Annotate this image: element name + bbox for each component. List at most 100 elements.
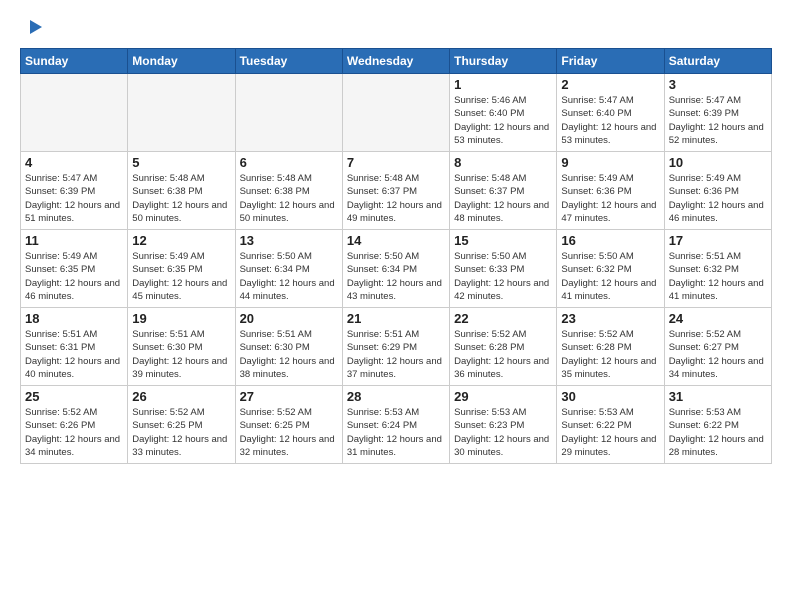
day-number: 28 <box>347 389 445 404</box>
day-number: 19 <box>132 311 230 326</box>
calendar-cell: 22 Sunrise: 5:52 AMSunset: 6:28 PMDayligh… <box>450 308 557 386</box>
day-detail: Sunrise: 5:52 AMSunset: 6:28 PMDaylight:… <box>561 328 659 381</box>
day-number: 22 <box>454 311 552 326</box>
weekday-header: Thursday <box>450 49 557 74</box>
day-number: 10 <box>669 155 767 170</box>
calendar-cell: 15 Sunrise: 5:50 AMSunset: 6:33 PMDayligh… <box>450 230 557 308</box>
day-number: 17 <box>669 233 767 248</box>
weekday-header-row: SundayMondayTuesdayWednesdayThursdayFrid… <box>21 49 772 74</box>
week-row: 1 Sunrise: 5:46 AMSunset: 6:40 PMDaylight… <box>21 74 772 152</box>
day-number: 25 <box>25 389 123 404</box>
day-number: 6 <box>240 155 338 170</box>
weekday-header: Friday <box>557 49 664 74</box>
calendar-cell: 26Sunrise: 5:52 AMSunset: 6:25 PMDayligh… <box>128 386 235 464</box>
calendar-cell: 18 Sunrise: 5:51 AMSunset: 6:31 PMDayligh… <box>21 308 128 386</box>
calendar-cell: 9 Sunrise: 5:49 AMSunset: 6:36 PMDaylight… <box>557 152 664 230</box>
day-number: 3 <box>669 77 767 92</box>
day-number: 7 <box>347 155 445 170</box>
calendar-cell: 20 Sunrise: 5:51 AMSunset: 6:30 PMDayligh… <box>235 308 342 386</box>
day-number: 20 <box>240 311 338 326</box>
day-detail: Sunrise: 5:48 AMSunset: 6:37 PMDaylight:… <box>454 172 552 225</box>
day-detail: Sunrise: 5:52 AMSunset: 6:25 PMDaylight:… <box>240 406 338 459</box>
calendar-cell: 5Sunrise: 5:48 AMSunset: 6:38 PMDaylight… <box>128 152 235 230</box>
week-row: 11 Sunrise: 5:49 AMSunset: 6:35 PMDayligh… <box>21 230 772 308</box>
day-detail: Sunrise: 5:50 AMSunset: 6:32 PMDaylight:… <box>561 250 659 303</box>
day-detail: Sunrise: 5:46 AMSunset: 6:40 PMDaylight:… <box>454 94 552 147</box>
calendar-cell: 3 Sunrise: 5:47 AMSunset: 6:39 PMDaylight… <box>664 74 771 152</box>
day-detail: Sunrise: 5:50 AMSunset: 6:34 PMDaylight:… <box>240 250 338 303</box>
day-detail: Sunrise: 5:50 AMSunset: 6:33 PMDaylight:… <box>454 250 552 303</box>
day-detail: Sunrise: 5:47 AMSunset: 6:39 PMDaylight:… <box>25 172 123 225</box>
day-number: 24 <box>669 311 767 326</box>
day-detail: Sunrise: 5:49 AMSunset: 6:35 PMDaylight:… <box>25 250 123 303</box>
calendar-cell: 8 Sunrise: 5:48 AMSunset: 6:37 PMDaylight… <box>450 152 557 230</box>
day-number: 14 <box>347 233 445 248</box>
logo-icon <box>22 16 44 38</box>
calendar-cell <box>342 74 449 152</box>
day-number: 8 <box>454 155 552 170</box>
day-number: 12 <box>132 233 230 248</box>
calendar-cell: 6Sunrise: 5:48 AMSunset: 6:38 PMDaylight… <box>235 152 342 230</box>
calendar-cell: 12 Sunrise: 5:49 AMSunset: 6:35 PMDayligh… <box>128 230 235 308</box>
day-detail: Sunrise: 5:51 AMSunset: 6:30 PMDaylight:… <box>240 328 338 381</box>
calendar-cell: 10 Sunrise: 5:49 AMSunset: 6:36 PMDayligh… <box>664 152 771 230</box>
day-detail: Sunrise: 5:50 AMSunset: 6:34 PMDaylight:… <box>347 250 445 303</box>
day-detail: Sunrise: 5:53 AMSunset: 6:22 PMDaylight:… <box>561 406 659 459</box>
calendar-cell: 23 Sunrise: 5:52 AMSunset: 6:28 PMDayligh… <box>557 308 664 386</box>
day-number: 31 <box>669 389 767 404</box>
day-number: 23 <box>561 311 659 326</box>
calendar-cell: 30 Sunrise: 5:53 AMSunset: 6:22 PMDayligh… <box>557 386 664 464</box>
day-detail: Sunrise: 5:52 AMSunset: 6:28 PMDaylight:… <box>454 328 552 381</box>
calendar-cell: 19 Sunrise: 5:51 AMSunset: 6:30 PMDayligh… <box>128 308 235 386</box>
weekday-header: Monday <box>128 49 235 74</box>
calendar-cell: 13 Sunrise: 5:50 AMSunset: 6:34 PMDayligh… <box>235 230 342 308</box>
calendar-cell: 27 Sunrise: 5:52 AMSunset: 6:25 PMDayligh… <box>235 386 342 464</box>
day-detail: Sunrise: 5:52 AMSunset: 6:27 PMDaylight:… <box>669 328 767 381</box>
day-detail: Sunrise: 5:51 AMSunset: 6:29 PMDaylight:… <box>347 328 445 381</box>
day-detail: Sunrise: 5:47 AMSunset: 6:39 PMDaylight:… <box>669 94 767 147</box>
calendar-cell: 4 Sunrise: 5:47 AMSunset: 6:39 PMDaylight… <box>21 152 128 230</box>
day-number: 2 <box>561 77 659 92</box>
day-detail: Sunrise: 5:51 AMSunset: 6:30 PMDaylight:… <box>132 328 230 381</box>
logo <box>20 16 44 38</box>
day-number: 9 <box>561 155 659 170</box>
week-row: 18 Sunrise: 5:51 AMSunset: 6:31 PMDayligh… <box>21 308 772 386</box>
calendar-cell: 7 Sunrise: 5:48 AMSunset: 6:37 PMDaylight… <box>342 152 449 230</box>
day-detail: Sunrise: 5:53 AMSunset: 6:23 PMDaylight:… <box>454 406 552 459</box>
calendar-cell: 24 Sunrise: 5:52 AMSunset: 6:27 PMDayligh… <box>664 308 771 386</box>
calendar-cell: 14 Sunrise: 5:50 AMSunset: 6:34 PMDayligh… <box>342 230 449 308</box>
calendar-table: SundayMondayTuesdayWednesdayThursdayFrid… <box>20 48 772 464</box>
calendar-cell: 16Sunrise: 5:50 AMSunset: 6:32 PMDayligh… <box>557 230 664 308</box>
day-detail: Sunrise: 5:53 AMSunset: 6:24 PMDaylight:… <box>347 406 445 459</box>
day-detail: Sunrise: 5:52 AMSunset: 6:26 PMDaylight:… <box>25 406 123 459</box>
day-detail: Sunrise: 5:52 AMSunset: 6:25 PMDaylight:… <box>132 406 230 459</box>
day-number: 27 <box>240 389 338 404</box>
weekday-header: Sunday <box>21 49 128 74</box>
day-number: 4 <box>25 155 123 170</box>
calendar-cell <box>128 74 235 152</box>
calendar-cell: 25 Sunrise: 5:52 AMSunset: 6:26 PMDayligh… <box>21 386 128 464</box>
calendar-cell: 11 Sunrise: 5:49 AMSunset: 6:35 PMDayligh… <box>21 230 128 308</box>
weekday-header: Tuesday <box>235 49 342 74</box>
calendar-cell: 17 Sunrise: 5:51 AMSunset: 6:32 PMDayligh… <box>664 230 771 308</box>
calendar-cell: 1 Sunrise: 5:46 AMSunset: 6:40 PMDaylight… <box>450 74 557 152</box>
day-number: 21 <box>347 311 445 326</box>
calendar-cell: 29Sunrise: 5:53 AMSunset: 6:23 PMDayligh… <box>450 386 557 464</box>
day-number: 11 <box>25 233 123 248</box>
day-number: 13 <box>240 233 338 248</box>
day-detail: Sunrise: 5:51 AMSunset: 6:31 PMDaylight:… <box>25 328 123 381</box>
day-number: 1 <box>454 77 552 92</box>
day-detail: Sunrise: 5:48 AMSunset: 6:37 PMDaylight:… <box>347 172 445 225</box>
calendar-cell <box>235 74 342 152</box>
weekday-header: Wednesday <box>342 49 449 74</box>
day-detail: Sunrise: 5:51 AMSunset: 6:32 PMDaylight:… <box>669 250 767 303</box>
day-number: 15 <box>454 233 552 248</box>
day-detail: Sunrise: 5:49 AMSunset: 6:36 PMDaylight:… <box>669 172 767 225</box>
header <box>20 16 772 38</box>
day-detail: Sunrise: 5:49 AMSunset: 6:36 PMDaylight:… <box>561 172 659 225</box>
calendar-cell: 28 Sunrise: 5:53 AMSunset: 6:24 PMDayligh… <box>342 386 449 464</box>
day-number: 18 <box>25 311 123 326</box>
calendar-cell: 2Sunrise: 5:47 AMSunset: 6:40 PMDaylight… <box>557 74 664 152</box>
day-number: 30 <box>561 389 659 404</box>
day-detail: Sunrise: 5:49 AMSunset: 6:35 PMDaylight:… <box>132 250 230 303</box>
